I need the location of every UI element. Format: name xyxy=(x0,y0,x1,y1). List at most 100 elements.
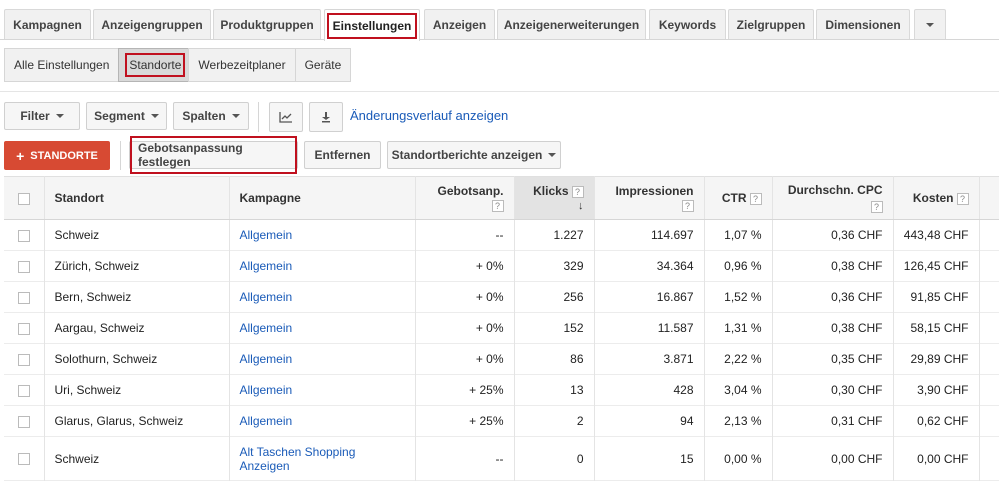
set-bid-adjustment-button[interactable]: Gebotsanpassung festlegen xyxy=(129,136,298,174)
subtab-werbezeitplaner[interactable]: Werbezeitplaner xyxy=(188,48,296,82)
tab-anzeigen[interactable]: Anzeigen xyxy=(424,9,495,39)
change-history-link[interactable]: Änderungsverlauf anzeigen xyxy=(350,108,508,123)
divider xyxy=(0,91,999,92)
column-header-avg-cpc[interactable]: Durchschn. CPC? xyxy=(772,176,894,220)
add-locations-button[interactable]: + STANDORTE xyxy=(4,141,110,170)
cell-location: Schweiz xyxy=(44,436,230,481)
chart-toggle-button[interactable] xyxy=(269,102,303,132)
column-header-cost[interactable]: Kosten? xyxy=(893,176,980,220)
cell-ctr: 2,13 % xyxy=(704,405,773,437)
cell-location: Glarus, Glarus, Schweiz xyxy=(44,405,230,437)
help-icon[interactable]: ? xyxy=(491,199,504,212)
cell-extra xyxy=(979,343,999,375)
column-header-campaign[interactable]: Kampagne xyxy=(229,176,416,220)
help-icon[interactable]: ? xyxy=(681,199,694,212)
cell-avg-cpc: 0,36 CHF xyxy=(772,219,894,251)
column-header-clicks[interactable]: Klicks ?↓ xyxy=(514,176,595,220)
column-header-impressions[interactable]: Impressionen? xyxy=(594,176,705,220)
cell-campaign[interactable]: Allgemein xyxy=(229,405,416,437)
download-button[interactable] xyxy=(309,102,343,132)
table-row: Uri, Schweiz Allgemein + 25% 13 428 3,04 % 0,3… xyxy=(4,374,999,406)
cell-location: Uri, Schweiz xyxy=(44,374,230,406)
column-header-location[interactable]: Standort xyxy=(44,176,230,220)
cell-extra xyxy=(979,436,999,481)
cell-impressions: 3.871 xyxy=(594,343,705,375)
cell-bid-adj: + 0% xyxy=(415,250,515,282)
cell-cost: 0,00 CHF xyxy=(893,436,980,481)
cell-campaign[interactable]: Alt Taschen Shopping Anzeigen xyxy=(229,436,416,481)
action-divider xyxy=(120,141,121,170)
cell-bid-adj: + 25% xyxy=(415,405,515,437)
row-checkbox[interactable] xyxy=(17,291,30,304)
help-icon[interactable]: ? xyxy=(870,200,883,213)
cell-campaign[interactable]: Allgemein xyxy=(229,250,416,282)
remove-button[interactable]: Entfernen xyxy=(304,141,381,169)
tab-keywords[interactable]: Keywords xyxy=(649,9,726,39)
cell-campaign[interactable]: Allgemein xyxy=(229,374,416,406)
column-header-ctr[interactable]: CTR? xyxy=(704,176,773,220)
subtab-standorte[interactable]: Standorte xyxy=(118,48,190,82)
table-row: Schweiz Alt Taschen Shopping Anzeigen -- 0 1… xyxy=(4,436,999,481)
row-checkbox[interactable] xyxy=(17,229,30,242)
cell-avg-cpc: 0,38 CHF xyxy=(772,250,894,282)
cell-bid-adj: -- xyxy=(415,219,515,251)
cell-campaign[interactable]: Allgemein xyxy=(229,312,416,344)
row-checkbox[interactable] xyxy=(17,260,30,273)
select-all-checkbox[interactable] xyxy=(17,192,30,205)
cell-extra xyxy=(979,405,999,437)
table-row: Zürich, Schweiz Allgemein + 0% 329 34.364 0,9… xyxy=(4,250,999,282)
cell-impressions: 34.364 xyxy=(594,250,705,282)
cell-avg-cpc: 0,30 CHF xyxy=(772,374,894,406)
subtab-alle-einstellungen[interactable]: Alle Einstellungen xyxy=(4,48,120,82)
download-icon xyxy=(322,112,330,123)
chevron-down-icon xyxy=(55,114,64,118)
tab-kampagnen[interactable]: Kampagnen xyxy=(4,9,91,39)
table-row: Schweiz Allgemein -- 1.227 114.697 1,07 % 0,36… xyxy=(4,219,999,251)
subtab-geraete[interactable]: Geräte xyxy=(294,48,352,82)
help-icon[interactable]: ? xyxy=(956,192,969,205)
cell-bid-adj: + 0% xyxy=(415,312,515,344)
cell-avg-cpc: 0,00 CHF xyxy=(772,436,894,481)
cell-impressions: 428 xyxy=(594,374,705,406)
help-icon[interactable]: ? xyxy=(749,192,762,205)
help-icon[interactable]: ? xyxy=(571,185,584,198)
cell-cost: 443,48 CHF xyxy=(893,219,980,251)
column-header-bid-adjustment[interactable]: Gebotsanp.? xyxy=(415,176,515,220)
row-checkbox[interactable] xyxy=(17,384,30,397)
row-checkbox[interactable] xyxy=(17,415,30,428)
table-row: Solothurn, Schweiz Allgemein + 0% 86 3.871 2,… xyxy=(4,343,999,375)
tab-einstellungen[interactable]: Einstellungen xyxy=(324,9,420,41)
tab-anzeigengruppen[interactable]: Anzeigengruppen xyxy=(93,9,211,39)
cell-extra xyxy=(979,374,999,406)
location-reports-button[interactable]: Standortberichte anzeigen xyxy=(387,141,561,169)
cell-cost: 91,85 CHF xyxy=(893,281,980,313)
tab-zielgruppen[interactable]: Zielgruppen xyxy=(728,9,814,39)
tab-anzeigenerweiterungen[interactable]: Anzeigenerweiterungen xyxy=(497,9,646,39)
row-checkbox-cell xyxy=(4,343,45,375)
row-checkbox[interactable] xyxy=(17,353,30,366)
cell-extra xyxy=(979,250,999,282)
cell-bid-adj: + 0% xyxy=(415,281,515,313)
cell-location: Zürich, Schweiz xyxy=(44,250,230,282)
cell-impressions: 16.867 xyxy=(594,281,705,313)
cell-bid-adj: + 25% xyxy=(415,374,515,406)
columns-button[interactable]: Spalten xyxy=(173,102,249,130)
row-checkbox-cell xyxy=(4,219,45,251)
cell-campaign[interactable]: Allgemein xyxy=(229,343,416,375)
filter-button[interactable]: Filter xyxy=(4,102,80,130)
cell-campaign[interactable]: Allgemein xyxy=(229,281,416,313)
tab-dimensionen[interactable]: Dimensionen xyxy=(816,9,910,39)
tab-produktgruppen[interactable]: Produktgruppen xyxy=(213,9,321,39)
chevron-down-icon xyxy=(150,114,159,118)
row-checkbox[interactable] xyxy=(17,322,30,335)
chevron-down-icon xyxy=(231,114,240,118)
cell-ctr: 2,22 % xyxy=(704,343,773,375)
row-checkbox[interactable] xyxy=(17,453,30,466)
table-row: Glarus, Glarus, Schweiz Allgemein + 25% 2 94… xyxy=(4,405,999,437)
cell-impressions: 94 xyxy=(594,405,705,437)
more-tabs-button[interactable] xyxy=(914,9,946,39)
segment-button[interactable]: Segment xyxy=(86,102,167,130)
table-row: Bern, Schweiz Allgemein + 0% 256 16.867 1,52 … xyxy=(4,281,999,313)
main-tab-bar: Kampagnen Anzeigengruppen Produktgruppen… xyxy=(0,0,999,41)
cell-campaign[interactable]: Allgemein xyxy=(229,219,416,251)
